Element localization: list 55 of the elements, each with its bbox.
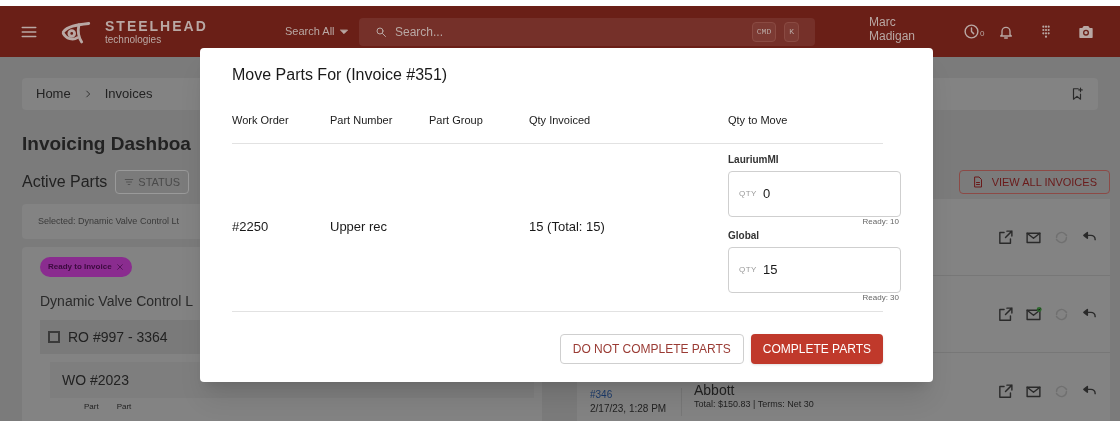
column-header: Qty Invoiced: [529, 113, 592, 128]
ready-count: Ready: 10: [862, 216, 899, 227]
shortcut-key: K: [784, 21, 799, 42]
qty-input[interactable]: 15: [762, 259, 883, 280]
invoice-number-link[interactable]: #346: [590, 388, 681, 402]
table-cell-text: Upper rec: [330, 218, 389, 237]
location-label: Global: [728, 228, 761, 243]
do-not-complete-button[interactable]: DO NOT COMPLETE PARTS: [559, 333, 744, 364]
user-name: Marc Madigan: [869, 14, 917, 43]
qty-field[interactable]: QTY 0: [728, 170, 901, 217]
open-external-icon[interactable]: [997, 228, 1014, 246]
invoice-customer: Abbott: [694, 383, 736, 398]
qty-field[interactable]: QTY 15: [728, 246, 901, 293]
open-external-icon[interactable]: [997, 382, 1014, 400]
checkbox[interactable]: [48, 331, 60, 343]
invoice-summary: Total: $150.83 | Terms: Net 30: [694, 398, 814, 410]
logo-tagline: technologies: [105, 34, 163, 45]
search-scope-dropdown[interactable]: Search All: [285, 23, 359, 40]
camera-icon[interactable]: [1078, 23, 1095, 40]
ro-label: RO #997 - 3364: [68, 327, 168, 347]
status-chip: Ready to Invoice: [40, 257, 132, 277]
section-title: Active Parts: [22, 172, 108, 192]
clock-count: 0: [980, 28, 985, 40]
breadcrumb-link[interactable]: Home: [36, 84, 71, 104]
document-icon: [971, 176, 984, 188]
page-title: Invoicing Dashboa: [22, 134, 192, 153]
table-cell-text: #2250: [232, 218, 270, 237]
bookmark-add-icon[interactable]: [1070, 87, 1084, 101]
qty-input[interactable]: 0: [762, 183, 883, 204]
view-all-invoices-button[interactable]: VIEW ALL INVOICES: [958, 170, 1110, 194]
complete-parts-button[interactable]: COMPLETE PARTS: [750, 333, 883, 364]
search-icon: [375, 25, 387, 38]
column-label: Part: [116, 401, 132, 413]
open-external-icon[interactable]: [997, 305, 1014, 323]
logo-name: STEELHEAD: [105, 18, 208, 33]
column-header: Qty to Move: [728, 113, 789, 128]
mail-sent-icon[interactable]: [1025, 305, 1042, 323]
search-field[interactable]: Search... CMD K: [359, 17, 815, 46]
location-label: LauriumMI: [728, 152, 780, 167]
column-label: Part: [84, 401, 99, 413]
qty-prefix: QTY: [739, 263, 757, 276]
ready-count: Ready: 30: [862, 292, 899, 303]
shortcut-key: CMD: [751, 21, 777, 42]
qty-prefix: QTY: [739, 187, 757, 200]
column-header: Work Order: [232, 113, 290, 128]
customer-name: Dynamic Valve Control L: [40, 292, 195, 311]
clock-icon: [963, 23, 980, 40]
dialog-title: Move Parts For (Invoice #351): [232, 65, 449, 85]
column-header: Part Number: [330, 113, 394, 128]
wo-label: WO #2023: [62, 370, 129, 390]
invoice-date: 2/17/23, 1:28 PM: [590, 402, 668, 416]
search-input[interactable]: Search...: [395, 22, 744, 41]
column-header: Part Group: [429, 113, 484, 128]
filter-icon: [124, 177, 135, 187]
breadcrumb-current: Invoices: [104, 85, 153, 104]
